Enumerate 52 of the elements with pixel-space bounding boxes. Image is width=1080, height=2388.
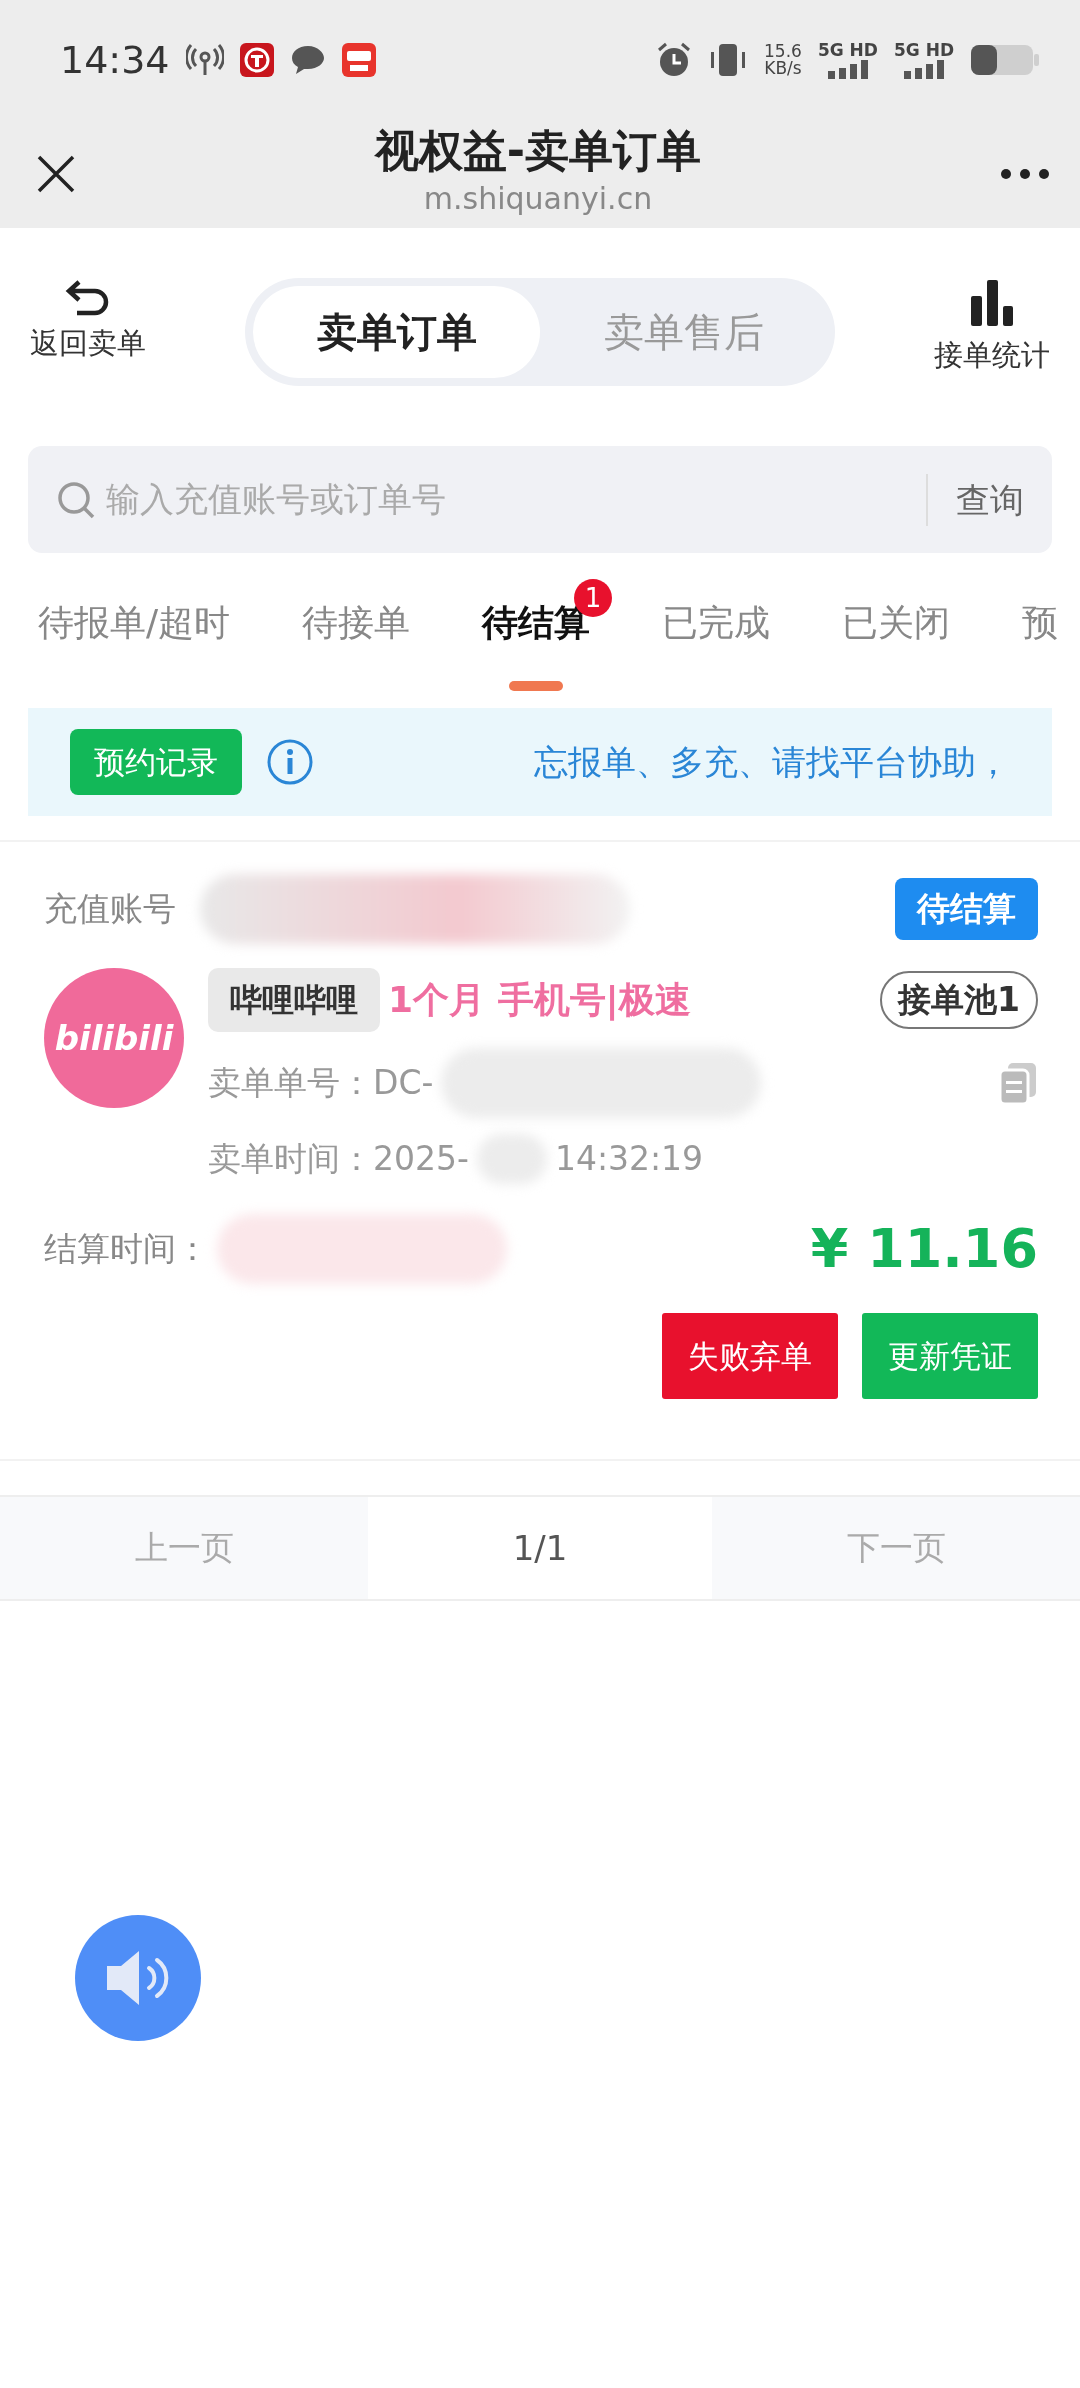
order-time: 卖单时间：2025- — [208, 1138, 469, 1181]
order-time: 14:32:19 — [554, 1138, 704, 1181]
status-tab[interactable]: 待报单/超时 — [38, 591, 231, 655]
network-type: 5G HD — [817, 41, 878, 59]
platform-tag: 哔哩哔哩 — [208, 968, 380, 1032]
app-icon — [239, 43, 274, 77]
status-tab[interactable]: 已完成 — [662, 591, 771, 655]
speed-unit: KB/s — [764, 60, 802, 77]
query-button[interactable]: 查询 — [926, 473, 1024, 526]
previous-page-button[interactable]: 上一页 — [0, 1497, 368, 1599]
page-title: 视权益-卖单订单 — [374, 127, 702, 176]
status-badge: 待结算 — [895, 878, 1038, 940]
search-field[interactable]: 输入充值账号或订单号 查询 — [28, 446, 1052, 553]
app-icon — [341, 43, 376, 77]
product-name: 1个月 手机号|极速 — [388, 978, 691, 1023]
back-label: 返回卖单 — [30, 325, 146, 362]
next-page-button[interactable]: 下一页 — [712, 1497, 1080, 1599]
page-url: m.shiquanyi.cn — [423, 179, 653, 218]
action-button[interactable]: 更新凭证 — [862, 1313, 1038, 1399]
active-tab-indicator — [509, 681, 564, 691]
action-button[interactable]: 失败弃单 — [662, 1313, 838, 1399]
info-icon[interactable] — [266, 738, 314, 786]
speaker-icon — [105, 1948, 171, 2008]
alarm-clock-icon — [656, 42, 693, 78]
booking-record-button[interactable]: 预约记录 — [70, 728, 242, 796]
order-pool-tag: 接单池1 — [880, 971, 1038, 1029]
notice-text: 忘报单、多充、请找平台协助， — [534, 740, 1010, 784]
segment-tab[interactable]: 卖单售后 — [540, 286, 827, 378]
settle-time-label: 结算时间： — [44, 1227, 209, 1270]
network-speed: 15.6 — [764, 43, 802, 60]
status-tab[interactable]: 已关闭 — [842, 591, 951, 655]
signal-icon — [901, 58, 946, 79]
chat-bubble-icon — [289, 44, 326, 76]
bar-chart-icon[interactable] — [969, 278, 1015, 326]
more-icon[interactable] — [1000, 168, 1050, 180]
order-number: 卖单单号：DC- — [208, 1062, 434, 1105]
price-amount: ¥ 11.16 — [810, 1216, 1038, 1282]
stats-label: 接单统计 — [934, 337, 1050, 374]
account-label: 充值账号 — [44, 888, 176, 931]
status-tab[interactable]: 预 — [1022, 591, 1059, 655]
signal-icon — [825, 58, 870, 79]
page-indicator: 1/1 — [512, 1527, 568, 1568]
platform-logo: bilibili — [44, 968, 184, 1108]
battery-icon — [970, 43, 1040, 77]
status-tab[interactable]: 待接单 — [302, 591, 411, 655]
close-icon[interactable] — [36, 154, 76, 194]
return-arrow-icon[interactable] — [65, 278, 111, 318]
segment-tab[interactable]: 卖单订单 — [253, 286, 540, 378]
network-type: 5G HD — [893, 41, 954, 59]
hotspot-icon — [185, 43, 224, 77]
clock-time: 14:34 — [60, 36, 170, 84]
search-icon — [56, 479, 96, 520]
